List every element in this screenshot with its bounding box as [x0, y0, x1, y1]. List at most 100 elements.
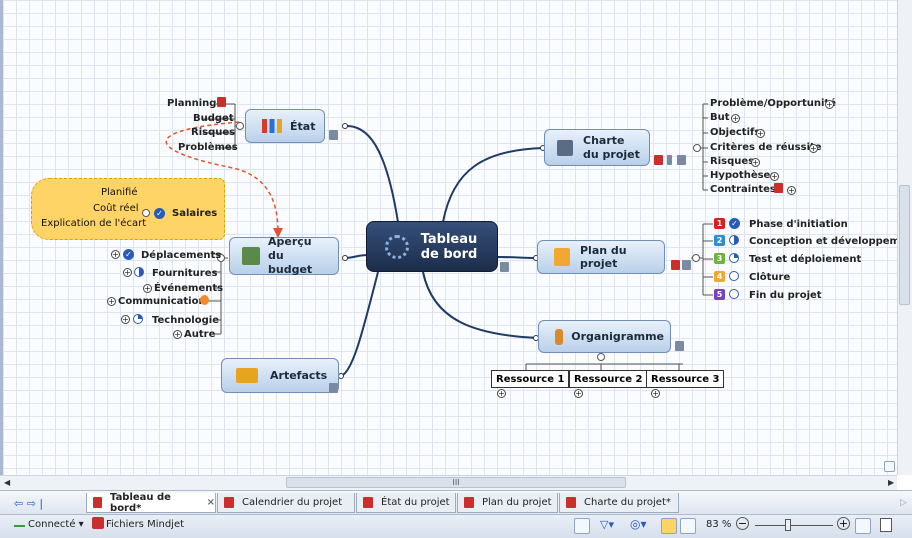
topic-artefacts[interactable]: Artefacts: [221, 358, 339, 393]
tab-scroll-right-icon[interactable]: ▷: [900, 498, 907, 508]
zoom-slider-track[interactable]: [755, 525, 833, 526]
expand-toggle[interactable]: +: [107, 297, 116, 306]
collapse-toggle[interactable]: [693, 144, 701, 152]
plan-phase-5[interactable]: Fin du projet: [749, 290, 822, 301]
expand-toggle[interactable]: +: [787, 186, 796, 195]
plan-phase-4[interactable]: Clôture: [749, 272, 790, 283]
apercu-child-evenements[interactable]: Événements: [154, 283, 223, 294]
mindmap-canvas[interactable]: Tableau de bord État Planning Budget Ris…: [0, 0, 897, 475]
collapse-toggle[interactable]: [236, 122, 244, 130]
salaires-child-planifie[interactable]: Planifié: [101, 187, 138, 198]
charte-child-1[interactable]: But: [710, 112, 730, 123]
tab-nav-arrows[interactable]: ⇦ ⇨ |: [14, 497, 43, 510]
zoom-slider-thumb[interactable]: [785, 519, 791, 531]
close-icon[interactable]: ×: [207, 497, 215, 508]
etat-child-planning[interactable]: Planning: [167, 98, 216, 109]
outline-view-button[interactable]: [680, 518, 696, 534]
focus-icon[interactable]: ◎▾: [630, 517, 647, 531]
attachment-icon: [667, 155, 672, 165]
note-icon: [677, 155, 686, 165]
document-icon: [654, 155, 663, 165]
progress-empty-icon: [729, 271, 739, 281]
zoom-in-icon[interactable]: +: [837, 517, 850, 530]
tab-plan[interactable]: Plan du projet: [457, 493, 558, 513]
priority-5-icon: 5: [714, 289, 725, 300]
charte-child-3[interactable]: Critères de réussite: [710, 142, 822, 153]
resource-1[interactable]: Ressource 1: [491, 370, 570, 388]
etat-child-budget[interactable]: Budget: [193, 113, 234, 124]
plan-phase-1[interactable]: Phase d'initiation: [749, 219, 848, 230]
note-icon: [500, 262, 509, 272]
fit-page-button[interactable]: [855, 518, 871, 534]
expand-toggle[interactable]: +: [121, 315, 130, 324]
expand-toggle[interactable]: +: [751, 158, 760, 167]
expand-toggle[interactable]: +: [825, 100, 834, 109]
expand-toggle[interactable]: +: [770, 172, 779, 181]
plan-phase-3[interactable]: Test et déploiement: [749, 254, 861, 265]
expand-toggle[interactable]: +: [574, 389, 583, 398]
overview-button[interactable]: [884, 461, 895, 472]
star-icon: [554, 248, 570, 266]
charte-child-0[interactable]: Problème/Opportunité: [710, 98, 836, 109]
etat-child-risques[interactable]: Risques: [191, 127, 235, 138]
topic-charte[interactable]: Charte du projet: [544, 129, 650, 166]
expand-toggle[interactable]: +: [123, 268, 132, 277]
layout-menu-icon[interactable]: [880, 518, 892, 532]
apercu-child-fournitures[interactable]: Fournitures: [152, 268, 217, 279]
expand-toggle[interactable]: +: [143, 284, 152, 293]
tab-tableau-de-bord[interactable]: Tableau de bord* ×: [86, 492, 216, 514]
expand-toggle[interactable]: +: [497, 389, 506, 398]
scroll-left-arrow[interactable]: ◀: [4, 478, 10, 487]
charte-child-5[interactable]: Hypothèses: [710, 170, 776, 181]
apercu-child-communication[interactable]: Communication: [118, 296, 206, 307]
salaires-child-explication[interactable]: Explication de l'écart: [41, 218, 146, 229]
mindmap-file-icon: [363, 497, 373, 508]
apercu-child-autre[interactable]: Autre: [184, 329, 215, 340]
plan-phase-2[interactable]: Conception et développement: [749, 236, 897, 247]
resource-3[interactable]: Ressource 3: [646, 370, 725, 388]
expand-toggle[interactable]: +: [756, 129, 765, 138]
apercu-child-deplacements[interactable]: Déplacements: [141, 250, 221, 261]
mindjet-files-button[interactable]: Fichiers Mindjet: [106, 519, 184, 530]
topic-etat[interactable]: État: [245, 109, 325, 143]
collapse-toggle[interactable]: [142, 209, 150, 217]
tab-etat[interactable]: État du projet: [356, 493, 456, 513]
expand-toggle[interactable]: +: [111, 250, 120, 259]
expand-toggle[interactable]: +: [173, 330, 182, 339]
salaires-child-cout-reel[interactable]: Coût réel: [93, 203, 139, 214]
vertical-scroll-thumb[interactable]: [899, 185, 910, 305]
map-view-button[interactable]: [574, 518, 590, 534]
topic-apercu-budget-label: Aperçu du budget: [268, 235, 313, 276]
horizontal-scroll-thumb[interactable]: III: [286, 477, 626, 488]
tab-calendrier[interactable]: Calendrier du projet: [217, 493, 355, 513]
central-topic[interactable]: Tableau de bord: [366, 221, 498, 272]
filter-icon[interactable]: ▽▾: [600, 518, 614, 531]
document-icon: [671, 260, 680, 270]
scroll-right-arrow[interactable]: ▶: [888, 478, 894, 487]
apercu-child-technologie[interactable]: Technologie: [152, 315, 219, 326]
topic-apercu-budget[interactable]: Aperçu du budget: [229, 235, 339, 276]
priority-1-icon: 1: [714, 218, 725, 229]
expand-toggle[interactable]: +: [651, 389, 660, 398]
note-icon: [329, 383, 338, 393]
fit-map-button[interactable]: [661, 518, 677, 534]
topic-organigramme[interactable]: Organigramme: [538, 320, 671, 353]
connection-status[interactable]: Connecté ▾: [28, 519, 84, 530]
charte-child-2[interactable]: Objectifs: [710, 127, 760, 138]
charte-child-4[interactable]: Risques: [710, 156, 754, 167]
collapse-toggle[interactable]: [597, 353, 605, 361]
mindmap-file-icon: [464, 497, 474, 508]
bar-chart-icon: [262, 119, 282, 133]
tab-charte[interactable]: Charte du projet*: [559, 493, 679, 513]
apercu-child-salaires[interactable]: Salaires: [172, 208, 217, 219]
etat-child-problemes[interactable]: Problèmes: [178, 142, 238, 153]
folder-icon: [236, 368, 258, 383]
collapse-toggle[interactable]: [692, 254, 700, 262]
topic-plan[interactable]: Plan du projet: [537, 240, 665, 274]
zoom-out-icon[interactable]: −: [736, 517, 749, 530]
charte-child-6[interactable]: Contraintes: [710, 184, 776, 195]
expand-toggle[interactable]: +: [731, 114, 740, 123]
expand-toggle[interactable]: +: [809, 144, 818, 153]
resource-2[interactable]: Ressource 2: [569, 370, 648, 388]
tab-label: État du projet: [381, 497, 450, 508]
